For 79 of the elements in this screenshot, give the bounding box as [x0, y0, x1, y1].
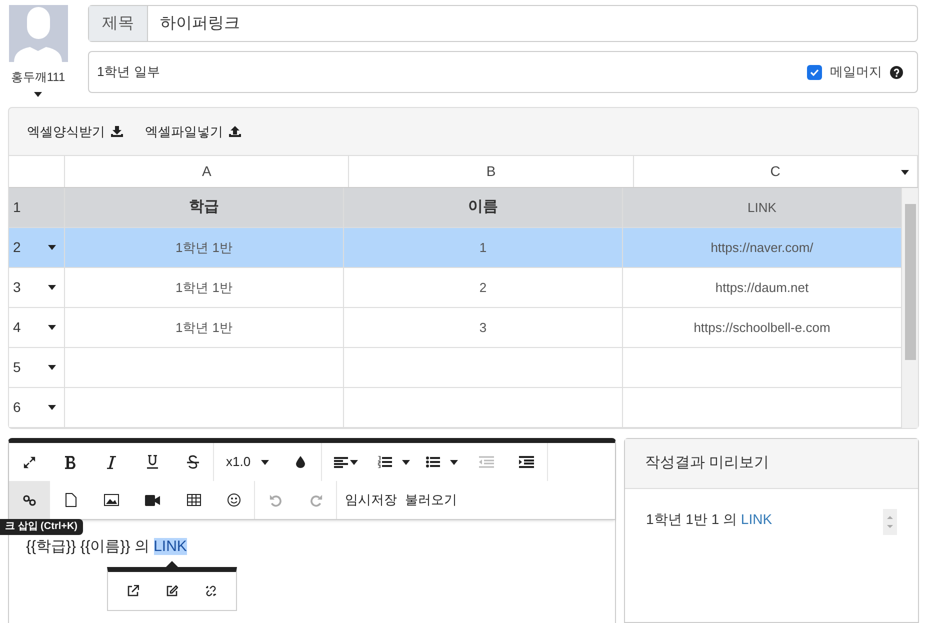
table-cell-text: 1학년 1반	[175, 318, 233, 337]
column-header[interactable]: C	[634, 156, 918, 187]
strikethrough-icon[interactable]	[187, 455, 199, 469]
table-cell-text: 1학년 1반	[175, 238, 233, 257]
row-menu-caret-icon[interactable]	[48, 285, 56, 290]
table-cell-text: https://daum.net	[715, 278, 809, 297]
unlink-icon[interactable]	[204, 585, 217, 597]
row-menu-caret-icon[interactable]	[48, 245, 56, 250]
file-icon[interactable]	[64, 493, 76, 507]
excel-button[interactable]: 엑셀양식받기	[27, 122, 123, 142]
dropdown-caret-icon[interactable]	[450, 460, 458, 464]
edit-icon[interactable]	[166, 585, 178, 597]
user-menu-caret-icon[interactable]	[34, 92, 42, 97]
header-cell-text: 이름	[468, 197, 498, 218]
preview-title: 작성결과 미리보기	[645, 453, 770, 474]
column-menu-caret-icon[interactable]	[900, 170, 909, 175]
sheet-row[interactable]: 5	[9, 348, 902, 388]
sheet-row[interactable]: 4 1학년 1반 3 https://schoolbell-e.com	[9, 308, 902, 348]
preview-text: 1학년 1반 1 의 LINK	[646, 510, 772, 529]
sheet-row[interactable]: 3 1학년 1반 2 https://daum.net	[9, 268, 902, 308]
row-menu-caret-icon[interactable]	[48, 365, 56, 370]
numbered-list-icon[interactable]	[378, 456, 392, 468]
font-scale-dropdown[interactable]: x1.0	[226, 452, 251, 472]
mail-merge-label: 메일머지	[830, 63, 882, 82]
header-row[interactable]: 1 학급 이름 LINK	[9, 188, 902, 228]
row-number: 4	[13, 318, 21, 337]
table-cell-text: 1학년 1반	[175, 278, 233, 297]
row-menu-caret-icon[interactable]	[48, 405, 56, 410]
external-link-icon[interactable]	[127, 585, 140, 597]
title-field[interactable]: 제목 하이퍼링크	[88, 5, 918, 42]
editor-text: {{학급}} {{이름}} 의	[26, 538, 150, 555]
row-number: 3	[13, 278, 21, 297]
checkbox[interactable]	[807, 64, 822, 80]
row-number: 6	[13, 398, 21, 417]
avatar-icon	[8, 5, 68, 62]
bullet-list-icon[interactable]	[426, 456, 440, 468]
droplet-icon[interactable]	[296, 456, 306, 468]
italic-icon[interactable]	[107, 456, 116, 468]
table-cell-text: 2	[479, 278, 487, 297]
text-button[interactable]: 불러오기	[405, 490, 457, 510]
selected-link[interactable]: LINK	[154, 538, 187, 555]
help-icon[interactable]	[890, 66, 903, 78]
table-cell-text: https://schoolbell-e.com	[694, 318, 830, 337]
tooltip: 크 삽입 (Ctrl+K)	[0, 519, 82, 535]
expand-icon[interactable]	[23, 456, 36, 468]
bold-icon[interactable]	[65, 456, 76, 468]
column-header[interactable]: B	[349, 156, 634, 187]
underline-icon[interactable]	[147, 455, 158, 469]
table-cell-text: 3	[479, 318, 487, 337]
download-icon	[111, 126, 123, 137]
scrollbar[interactable]	[902, 188, 918, 428]
image-icon[interactable]	[104, 494, 119, 506]
indent-icon[interactable]	[519, 456, 534, 468]
smiley-icon[interactable]	[227, 493, 241, 507]
dropdown-caret-icon[interactable]	[260, 460, 269, 464]
sheet-row[interactable]: 6	[9, 388, 902, 428]
sheet-row[interactable]: 2 1학년 1반 1 https://naver.com/	[9, 228, 902, 268]
row-number: 2	[13, 238, 21, 257]
preview-link[interactable]: LINK	[740, 511, 772, 527]
video-camera-icon[interactable]	[145, 494, 160, 506]
dropdown-caret-icon[interactable]	[350, 460, 358, 464]
column-header[interactable]: A	[65, 156, 350, 187]
table-icon[interactable]	[186, 494, 200, 506]
table-cell-text: https://naver.com/	[710, 238, 814, 257]
align-left-icon[interactable]	[334, 456, 348, 468]
row-number: 5	[13, 358, 21, 377]
header-cell-text: 학급	[189, 197, 219, 218]
row-menu-caret-icon[interactable]	[48, 325, 56, 330]
header-cell-text: LINK	[748, 198, 776, 217]
row-number: 1	[13, 198, 21, 217]
user-name: 홍두깨111	[10, 69, 66, 86]
link-icon	[23, 494, 36, 506]
insert-link-button[interactable]	[9, 481, 50, 519]
dropdown-caret-icon[interactable]	[402, 460, 410, 464]
excel-button[interactable]: 엑셀파일넣기	[145, 122, 241, 142]
table-cell-text: 1	[479, 238, 487, 257]
text-button[interactable]: 임시저장	[345, 490, 397, 510]
subtitle-field[interactable]: 1학년 일부	[97, 62, 807, 82]
upload-icon	[229, 126, 241, 137]
